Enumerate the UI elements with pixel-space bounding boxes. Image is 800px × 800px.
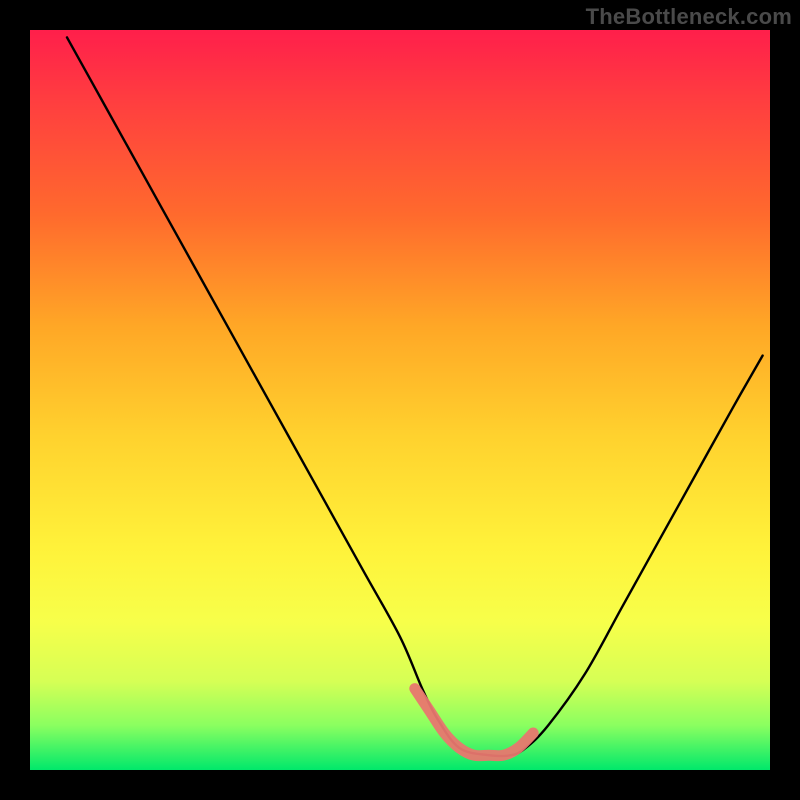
plot-area <box>30 30 770 770</box>
watermark-text: TheBottleneck.com <box>586 4 792 30</box>
chart-frame: TheBottleneck.com <box>0 0 800 800</box>
chart-overlay <box>30 30 770 770</box>
optimal-band-path <box>415 689 533 756</box>
bottleneck-curve-path <box>67 37 763 756</box>
